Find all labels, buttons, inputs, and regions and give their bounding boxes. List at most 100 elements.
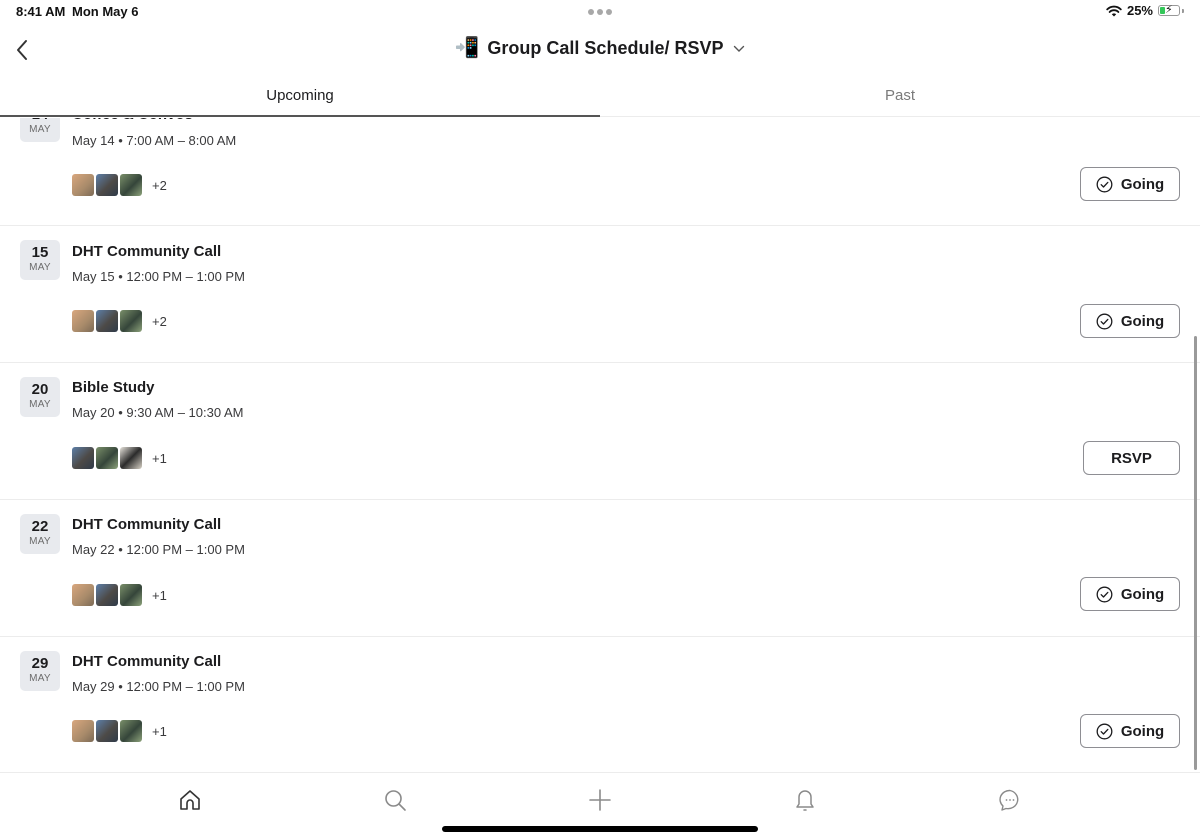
date-day: 15 xyxy=(31,244,49,261)
check-circle-icon xyxy=(1096,723,1113,739)
attendee-avatars[interactable]: +2 xyxy=(72,310,167,332)
battery-percent: 25% xyxy=(1126,3,1153,18)
event-time: May 20 • 9:30 AM – 10:30 AM xyxy=(72,405,244,420)
nav-notifications[interactable] xyxy=(790,785,820,815)
event-time: May 15 • 12:00 PM – 1:00 PM xyxy=(72,269,245,284)
avatar xyxy=(72,720,94,742)
attendee-avatars[interactable]: +1 xyxy=(72,447,167,469)
avatar xyxy=(120,310,142,332)
page-title: Group Call Schedule/ RSVP xyxy=(487,37,724,58)
status-time: 8:41 AM xyxy=(16,4,66,19)
date-month: MAY xyxy=(29,673,51,684)
nav-home[interactable] xyxy=(175,785,205,815)
event-title[interactable]: Bible Study xyxy=(72,379,155,396)
status-bar: 8:41 AM Mon May 6 25% ⚡ xyxy=(0,0,1200,24)
avatar xyxy=(96,174,118,196)
nav-messages[interactable] xyxy=(995,785,1025,815)
phone-arrow-emoji-icon: 📲 xyxy=(454,37,480,59)
header: 📲 Group Call Schedule/ RSVP xyxy=(0,30,1200,70)
charging-bolt-icon: ⚡ xyxy=(1165,4,1173,16)
event-time: May 22 • 12:00 PM – 1:00 PM xyxy=(72,542,245,557)
rsvp-label: RSVP xyxy=(1111,449,1152,467)
status-indicators: 25% ⚡ xyxy=(1106,3,1184,18)
event-time: May 29 • 12:00 PM – 1:00 PM xyxy=(72,679,245,694)
event-item[interactable]: 14 MAY Coffee & Convos May 14 • 7:00 AM … xyxy=(0,118,1200,226)
status-date: Mon May 6 xyxy=(72,4,139,19)
avatar xyxy=(96,310,118,332)
plus-icon xyxy=(589,789,611,811)
going-button[interactable]: Going xyxy=(1080,714,1180,748)
event-title[interactable]: Coffee & Convos xyxy=(72,118,193,123)
avatar xyxy=(72,310,94,332)
attendee-extra-count: +2 xyxy=(152,177,167,193)
rsvp-label: Going xyxy=(1120,175,1165,193)
date-badge: 22 MAY xyxy=(20,514,60,554)
wifi-icon xyxy=(1106,5,1122,16)
going-button[interactable]: Going xyxy=(1080,304,1180,338)
date-month: MAY xyxy=(29,399,51,410)
avatar xyxy=(72,584,94,606)
nav-search[interactable] xyxy=(380,785,410,815)
date-month: MAY xyxy=(29,262,51,273)
event-list[interactable]: 14 MAY Coffee & Convos May 14 • 7:00 AM … xyxy=(0,118,1200,772)
attendee-extra-count: +2 xyxy=(152,313,167,329)
tab-past[interactable]: Past xyxy=(600,78,1200,116)
tab-bar: Upcoming Past xyxy=(0,78,1200,117)
avatar xyxy=(96,447,118,469)
date-badge: 15 MAY xyxy=(20,240,60,280)
attendee-avatars[interactable]: +1 xyxy=(72,584,167,606)
date-month: MAY xyxy=(29,536,51,547)
going-button[interactable]: Going xyxy=(1080,167,1180,201)
date-day: 20 xyxy=(31,381,49,398)
home-icon xyxy=(180,790,200,810)
home-indicator[interactable] xyxy=(442,826,758,832)
multitasking-dots-icon[interactable] xyxy=(588,9,612,15)
rsvp-label: Going xyxy=(1120,722,1165,740)
check-circle-icon xyxy=(1096,586,1113,602)
event-item[interactable]: 15 MAY DHT Community Call May 15 • 12:00… xyxy=(0,226,1200,363)
check-circle-icon xyxy=(1096,176,1113,192)
scrollbar[interactable] xyxy=(1194,336,1197,770)
event-title[interactable]: DHT Community Call xyxy=(72,243,221,260)
avatar xyxy=(72,447,94,469)
chevron-down-icon xyxy=(734,45,745,52)
attendee-extra-count: +1 xyxy=(152,450,167,466)
date-day: 14 xyxy=(20,118,60,123)
rsvp-label: Going xyxy=(1120,585,1165,603)
battery-icon: ⚡ xyxy=(1158,4,1180,16)
going-button[interactable]: Going xyxy=(1080,577,1180,611)
nav-create[interactable] xyxy=(585,785,615,815)
event-title[interactable]: DHT Community Call xyxy=(72,653,221,670)
attendee-extra-count: +1 xyxy=(152,587,167,603)
avatar xyxy=(72,174,94,196)
date-day: 29 xyxy=(31,655,49,672)
avatar xyxy=(120,174,142,196)
date-badge: 29 MAY xyxy=(20,651,60,691)
event-title[interactable]: DHT Community Call xyxy=(72,516,221,533)
event-time: May 14 • 7:00 AM – 8:00 AM xyxy=(72,133,237,148)
attendee-avatars[interactable]: +1 xyxy=(72,720,167,742)
attendee-extra-count: +1 xyxy=(152,723,167,739)
avatar xyxy=(120,720,142,742)
date-day: 22 xyxy=(31,518,49,535)
bell-icon xyxy=(796,790,814,811)
attendee-avatars[interactable]: +2 xyxy=(72,174,167,196)
event-item[interactable]: 22 MAY DHT Community Call May 22 • 12:00… xyxy=(0,500,1200,637)
search-icon xyxy=(385,790,406,811)
bottom-nav xyxy=(0,772,1200,838)
date-badge: 20 MAY xyxy=(20,377,60,417)
date-badge: 14 MAY xyxy=(20,118,60,142)
date-month: MAY xyxy=(29,124,51,135)
rsvp-button[interactable]: RSVP xyxy=(1083,441,1180,475)
avatar xyxy=(96,584,118,606)
group-title-dropdown[interactable]: 📲 Group Call Schedule/ RSVP xyxy=(0,36,1200,60)
chat-bubble-icon xyxy=(999,789,1019,811)
event-item[interactable]: 20 MAY Bible Study May 20 • 9:30 AM – 10… xyxy=(0,363,1200,500)
avatar xyxy=(120,584,142,606)
check-circle-icon xyxy=(1096,313,1113,329)
rsvp-label: Going xyxy=(1120,312,1165,330)
event-item[interactable]: 29 MAY DHT Community Call May 29 • 12:00… xyxy=(0,636,1200,772)
avatar xyxy=(96,720,118,742)
avatar xyxy=(120,447,142,469)
tab-upcoming[interactable]: Upcoming xyxy=(0,78,600,117)
